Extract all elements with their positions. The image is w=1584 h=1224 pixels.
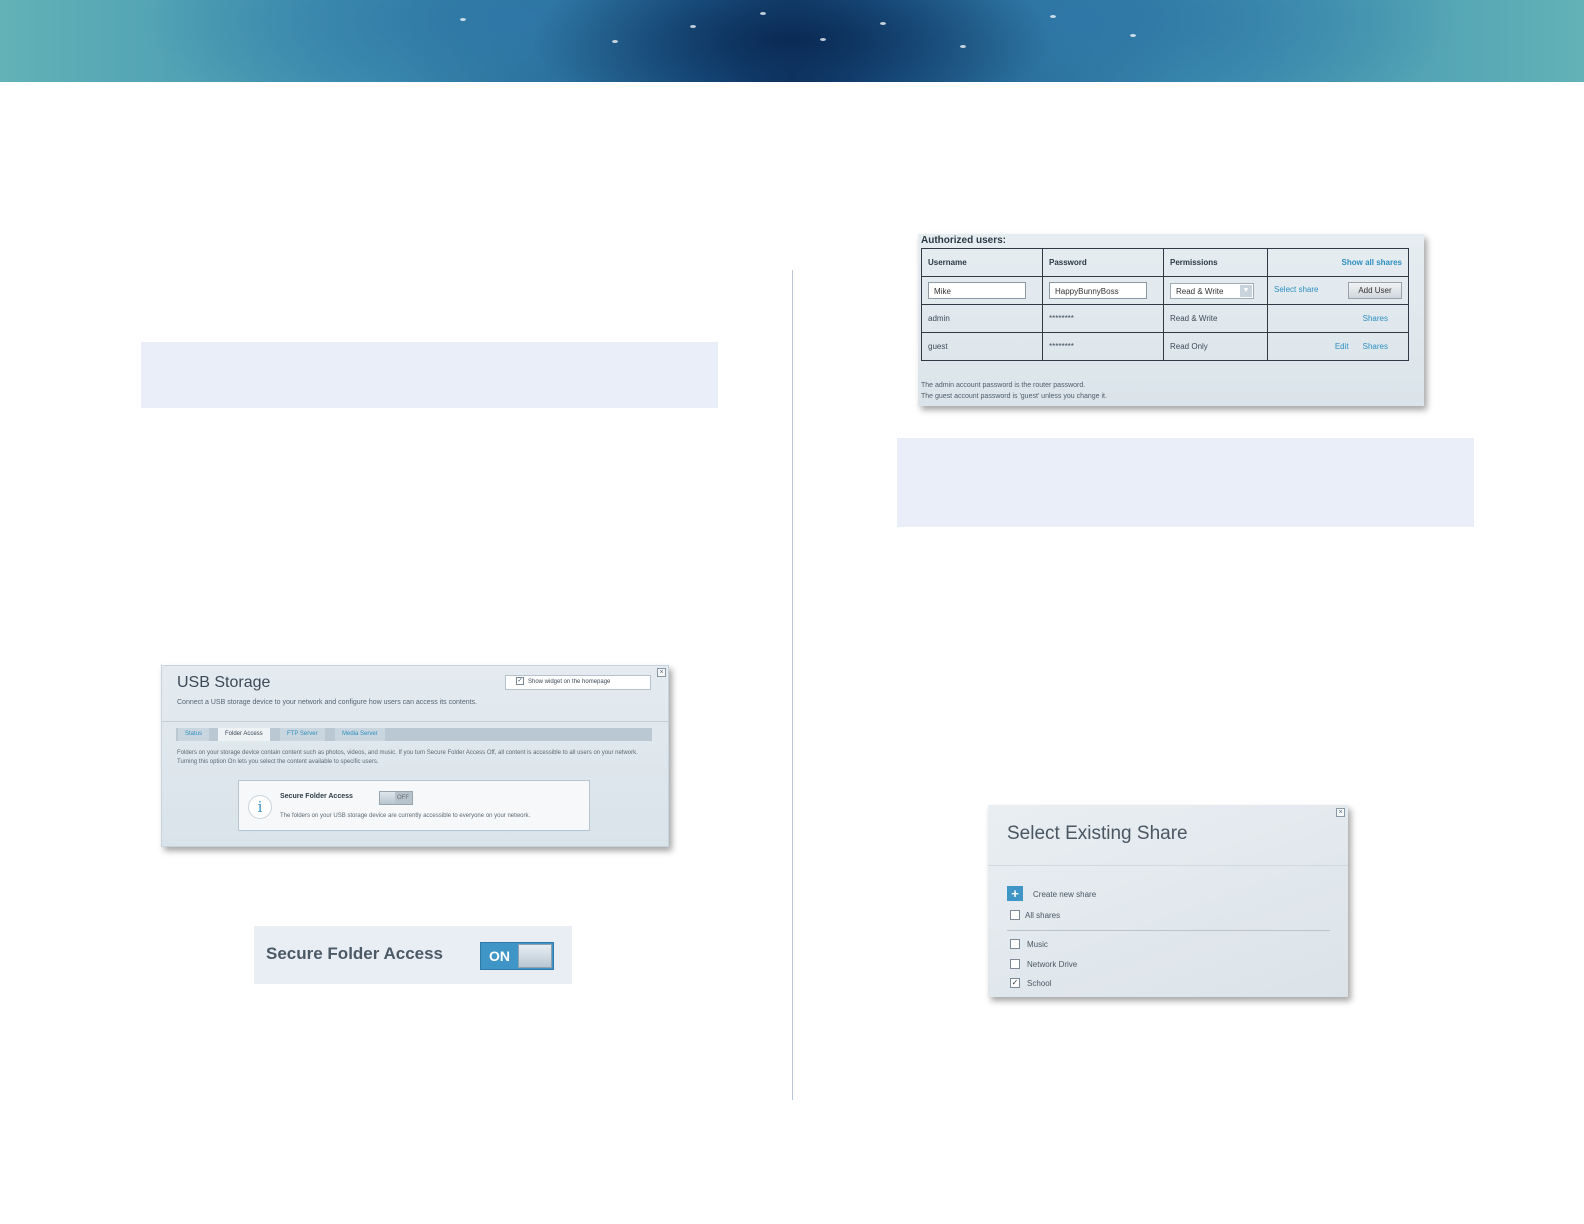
tab-bar: Status Folder Access FTP Server Media Se… <box>162 721 668 742</box>
divider <box>988 865 1348 866</box>
column-divider <box>792 270 793 1100</box>
folder-access-description: Folders on your storage device contain c… <box>177 750 638 765</box>
authorized-users-panel: Authorized users: Username Password Perm… <box>918 234 1424 406</box>
banner-speck <box>460 18 466 21</box>
secure-folder-zoom: Secure Folder Access ON <box>254 926 572 984</box>
password-cell: ******** <box>1042 304 1164 333</box>
network-drive-checkbox[interactable] <box>1010 959 1020 969</box>
table-row: admin ******** Read & Write Shares <box>921 304 1409 333</box>
secure-folder-box: i Secure Folder Access OFF The folders o… <box>238 780 590 831</box>
share-label-school: School <box>1027 979 1052 988</box>
secure-folder-label: Secure Folder Access <box>280 793 353 800</box>
password-cell: HappyBunnyBoss <box>1042 276 1164 305</box>
actions-cell: Shares <box>1267 304 1409 333</box>
edit-link[interactable]: Edit <box>1335 342 1349 351</box>
permission-cell: Read Only <box>1163 332 1268 361</box>
banner-speck <box>690 25 696 28</box>
select-share-dialog: × Select Existing Share + Create new sha… <box>988 805 1348 997</box>
music-checkbox[interactable] <box>1010 939 1020 949</box>
username-cell: admin <box>921 304 1043 333</box>
username-input[interactable]: Mike <box>928 282 1026 299</box>
actions-cell: Edit Shares <box>1267 332 1409 361</box>
col-username: Username <box>921 248 1043 277</box>
toggle-state: OFF <box>397 795 409 801</box>
table-row: guest ******** Read Only Edit Shares <box>921 332 1409 361</box>
authorized-users-heading: Authorized users: <box>921 235 1007 246</box>
show-widget-label: Show widget on the homepage <box>528 679 611 685</box>
secure-folder-toggle-on[interactable]: ON <box>480 942 554 970</box>
permission-select[interactable]: Read & Write ▼ <box>1170 282 1254 299</box>
banner-speck <box>612 40 618 43</box>
table-row-new-user: Mike HappyBunnyBoss Read & Write ▼ Select… <box>921 276 1409 305</box>
add-user-button[interactable]: Add User <box>1348 282 1402 299</box>
actions-cell: Select share Add User <box>1267 276 1409 305</box>
tab-status[interactable]: Status <box>178 728 210 741</box>
col-permissions: Permissions <box>1163 248 1268 277</box>
school-checkbox[interactable]: ✓ <box>1010 978 1020 988</box>
tab-folder-access[interactable]: Folder Access <box>218 728 270 741</box>
show-widget-checkbox[interactable]: ✓ Show widget on the homepage <box>505 675 651 690</box>
admin-password-note: The admin account password is the router… <box>921 382 1086 389</box>
header-banner <box>0 0 1584 82</box>
password-cell: ******** <box>1042 332 1164 361</box>
guest-password-note: The guest account password is 'guest' un… <box>921 393 1107 400</box>
checkbox-checked-icon[interactable]: ✓ <box>516 677 524 686</box>
share-label-music: Music <box>1027 940 1048 949</box>
panel-subtitle: Connect a USB storage device to your net… <box>177 699 477 706</box>
banner-speck <box>1130 34 1136 37</box>
create-new-share-link[interactable]: Create new share <box>1033 890 1096 899</box>
info-icon: i <box>248 795 272 819</box>
secure-folder-label: Secure Folder Access <box>266 944 444 963</box>
banner-speck <box>820 38 826 41</box>
all-shares-label: All shares <box>1025 911 1061 920</box>
share-label-network-drive: Network Drive <box>1027 960 1078 969</box>
banner-speck <box>960 45 966 48</box>
all-shares-checkbox[interactable] <box>1010 910 1020 920</box>
note-box <box>141 342 718 408</box>
col-password: Password <box>1042 248 1164 277</box>
chevron-down-icon[interactable]: ▼ <box>1240 284 1252 297</box>
close-icon[interactable]: × <box>1336 808 1345 817</box>
toggle-state: ON <box>489 948 510 964</box>
username-cell: guest <box>921 332 1043 361</box>
banner-speck <box>760 12 766 15</box>
permission-cell: Read & Write <box>1163 304 1268 333</box>
toggle-knob[interactable] <box>518 944 552 968</box>
usb-storage-panel: × USB Storage Connect a USB storage devi… <box>161 665 669 847</box>
show-all-shares-link[interactable]: Show all shares <box>1267 248 1409 277</box>
shares-link[interactable]: Shares <box>1363 342 1388 351</box>
permission-cell: Read & Write ▼ <box>1163 276 1268 305</box>
password-input[interactable]: HappyBunnyBoss <box>1049 282 1147 299</box>
username-cell: Mike <box>921 276 1043 305</box>
password-note: The admin account password is the router… <box>921 380 1107 402</box>
plus-icon[interactable]: + <box>1007 886 1023 901</box>
dialog-title: Select Existing Share <box>1007 823 1188 844</box>
divider <box>1007 930 1330 931</box>
toggle-knob[interactable] <box>380 792 395 804</box>
users-table: Username Password Permissions Show all s… <box>921 248 1409 361</box>
shares-link[interactable]: Shares <box>1363 314 1388 323</box>
close-icon[interactable]: × <box>657 668 666 677</box>
secure-folder-toggle[interactable]: OFF <box>379 791 413 805</box>
tab-ftp-server[interactable]: FTP Server <box>280 728 325 741</box>
banner-speck <box>880 22 886 25</box>
tab-media-server[interactable]: Media Server <box>335 728 385 741</box>
note-box <box>897 438 1474 527</box>
table-header-row: Username Password Permissions Show all s… <box>921 248 1409 277</box>
select-share-link[interactable]: Select share <box>1274 285 1318 294</box>
info-text: The folders on your USB storage device a… <box>280 813 531 819</box>
panel-title: USB Storage <box>177 674 271 691</box>
banner-speck <box>1050 15 1056 18</box>
